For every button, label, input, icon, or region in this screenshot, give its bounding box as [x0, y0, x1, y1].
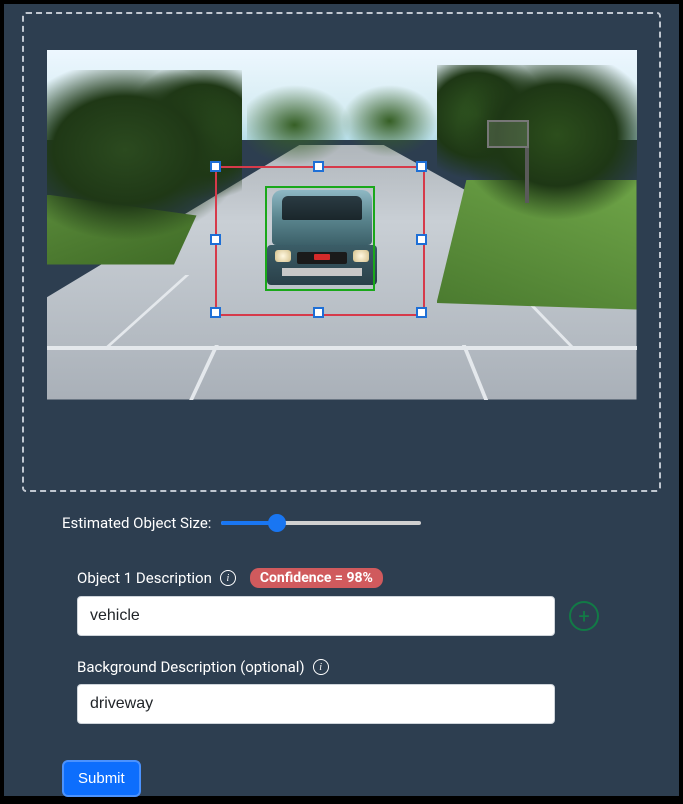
- resize-handle-bottom-right[interactable]: [416, 307, 427, 318]
- background-label: Background Description (optional): [77, 658, 305, 676]
- image-viewer[interactable]: [47, 50, 637, 400]
- resize-handle-bottom-mid[interactable]: [313, 307, 324, 318]
- object1-input[interactable]: [77, 596, 555, 636]
- info-icon[interactable]: i: [220, 570, 236, 586]
- resize-handle-top-left[interactable]: [210, 161, 221, 172]
- upload-dropzone[interactable]: [22, 12, 661, 492]
- user-bounding-box[interactable]: [215, 166, 425, 316]
- info-icon[interactable]: i: [313, 659, 329, 675]
- background-input[interactable]: [77, 684, 555, 724]
- object-size-slider[interactable]: [221, 514, 421, 532]
- confidence-badge: Confidence = 98%: [250, 568, 383, 588]
- resize-handle-top-mid[interactable]: [313, 161, 324, 172]
- resize-handle-top-right[interactable]: [416, 161, 427, 172]
- resize-handle-mid-left[interactable]: [210, 234, 221, 245]
- plus-icon: +: [578, 606, 589, 626]
- resize-handle-mid-right[interactable]: [416, 234, 427, 245]
- submit-button[interactable]: Submit: [62, 760, 141, 797]
- object-size-row: Estimated Object Size:: [62, 514, 611, 532]
- background-group: Background Description (optional) i: [77, 658, 611, 724]
- scene-trees-back: [247, 85, 437, 165]
- scene-trees-right: [437, 65, 637, 265]
- object1-group: Object 1 Description i Confidence = 98% …: [77, 568, 611, 636]
- add-object-button[interactable]: +: [569, 601, 599, 631]
- scene-basketball-hoop: [477, 120, 537, 170]
- controls-section: Estimated Object Size: Object 1 Descript…: [62, 514, 611, 797]
- object-size-label: Estimated Object Size:: [62, 514, 211, 532]
- object1-label: Object 1 Description: [77, 569, 212, 587]
- resize-handle-bottom-left[interactable]: [210, 307, 221, 318]
- slider-thumb[interactable]: [268, 514, 286, 532]
- annotation-panel: Estimated Object Size: Object 1 Descript…: [4, 4, 679, 796]
